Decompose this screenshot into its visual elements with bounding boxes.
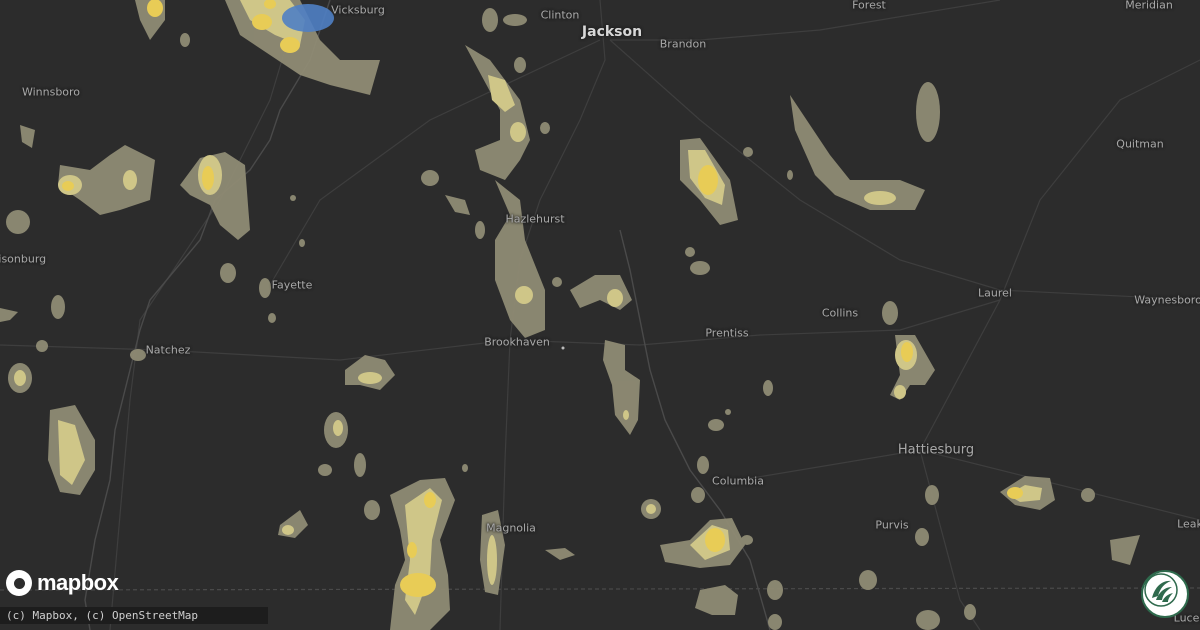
city-label-laurel: Laurel [978,286,1012,300]
city-label-meridian: Meridian [1125,0,1173,12]
mapbox-logo-text: mapbox [37,570,119,595]
mapbox-logo[interactable]: mapbox [6,570,119,596]
city-label-natchez: Natchez [145,343,191,357]
map-attribution[interactable]: (c) Mapbox, (c) OpenStreetMap [0,607,268,624]
city-label-prentiss: Prentiss [705,326,749,340]
city-label-hattiesburg: Hattiesburg [897,442,975,458]
road-network [0,0,1200,630]
city-label-columbia: Columbia [712,474,764,488]
city-label-hazlehurst: Hazlehurst [505,212,565,226]
weather-map[interactable]: Vicksburg Clinton Jackson Brandon Forest… [0,0,1200,630]
city-label-brandon: Brandon [659,37,707,51]
city-label-winnsboro: Winnsboro [21,85,81,99]
map-layers [0,0,1200,630]
city-label-magnolia: Magnolia [486,521,536,535]
city-label-purvis: Purvis [875,518,909,532]
city-label-clinton: Clinton [540,8,580,22]
city-label-vicksburg: Vicksburg [331,3,385,17]
city-label-jackson: Jackson [581,24,643,40]
precip-light-layer [0,0,1140,630]
city-label-fayette: Fayette [271,278,313,292]
city-label-quitman: Quitman [1116,137,1164,151]
city-markers [561,346,565,350]
precip-blue-layer [282,4,334,32]
weather-swirl-icon [1141,570,1189,618]
mapbox-logo-icon [6,570,32,596]
city-label-forest: Forest [852,0,886,12]
city-label-collins: Collins [821,306,859,320]
city-label-leakesville: Leak [1177,517,1200,531]
city-label-harrisonburg: risonburg [0,252,47,266]
city-label-waynesboro: Waynesboro [1134,293,1200,307]
city-label-brookhaven: Brookhaven [484,335,550,349]
